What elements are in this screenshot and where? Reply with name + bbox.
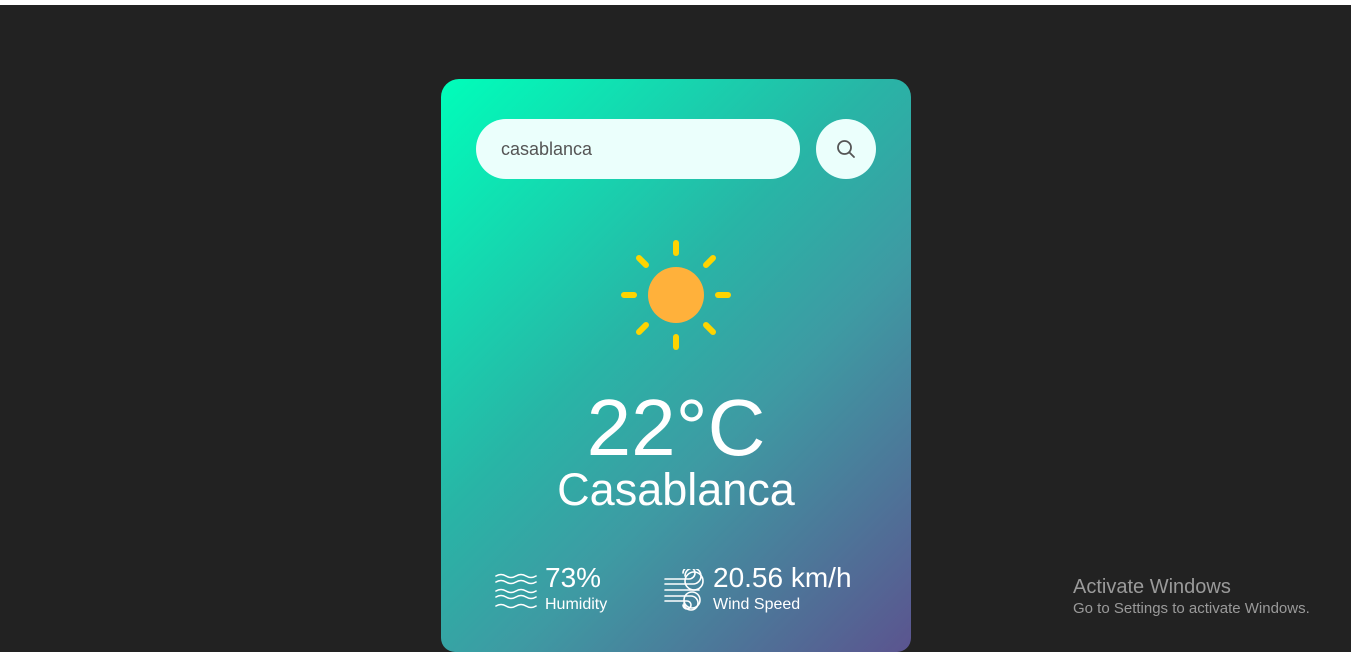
- activate-windows-watermark: Activate Windows Go to Settings to activ…: [1073, 575, 1310, 619]
- humidity-label: Humidity: [545, 596, 608, 613]
- activate-windows-title: Activate Windows: [1073, 576, 1231, 598]
- wind-value: 20.56 km/h: [713, 562, 852, 593]
- sun-icon: [621, 240, 731, 350]
- search-bar: [476, 119, 876, 179]
- search-input[interactable]: [476, 119, 800, 179]
- activate-windows-subtitle: Go to Settings to activate Windows.: [1073, 600, 1310, 617]
- top-edge-strip: [0, 0, 1351, 5]
- city-name: Casablanca: [557, 464, 795, 515]
- humidity-icon: [495, 573, 537, 609]
- humidity-value: 73%: [545, 562, 602, 593]
- wind-stat: 20.56 km/h Wind Speed: [663, 564, 852, 616]
- temperature: 22°C: [586, 383, 766, 472]
- search-icon: [837, 140, 855, 158]
- humidity-stat: 73% Humidity: [495, 564, 607, 616]
- wind-label: Wind Speed: [713, 596, 801, 613]
- weather-card: 22°C Casablanca 73% Humidity: [441, 79, 911, 652]
- humidity-text: 73% Humidity: [545, 564, 607, 616]
- wind-icon: [664, 569, 704, 611]
- wind-text: 20.56 km/h Wind Speed: [713, 564, 852, 616]
- search-button[interactable]: [816, 119, 876, 179]
